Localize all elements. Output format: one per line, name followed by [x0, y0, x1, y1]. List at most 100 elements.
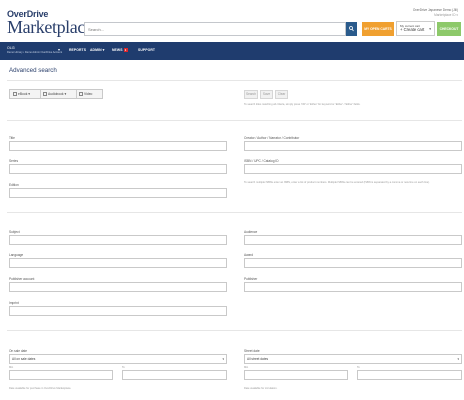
chevron-down-icon: ▾ [457, 357, 459, 361]
publisher-field[interactable] [244, 282, 462, 292]
imprint-field[interactable] [9, 306, 227, 316]
chevron-down-icon: ▾ [429, 27, 431, 31]
on-sale-to-input[interactable] [123, 371, 226, 379]
nav-news[interactable]: NEWS 1 [112, 48, 128, 53]
on-sale-to-field[interactable] [122, 370, 227, 380]
publisher-label: Publisher [244, 277, 258, 281]
nav-news-label: NEWS [112, 48, 123, 52]
on-sale-to-label: To [122, 366, 125, 369]
street-to-label: To [357, 366, 360, 369]
edition-input[interactable] [10, 189, 226, 197]
nav-support[interactable]: SUPPORT [138, 48, 155, 52]
title-field[interactable] [9, 141, 227, 151]
format-video-label: Video [84, 92, 93, 96]
isbn-hint: To search multiple ISBNs enter an ISBN, … [244, 181, 430, 184]
format-audiobook-button[interactable]: Audiobook ▾ [43, 91, 66, 98]
isbn-field[interactable] [244, 164, 462, 174]
format-audiobook-label: Audiobook ▾ [48, 92, 67, 96]
on-sale-from-label: Min [9, 366, 14, 369]
street-date-select[interactable]: All street dates ▾ [244, 354, 462, 364]
divider [7, 120, 462, 121]
creator-field[interactable] [244, 141, 462, 151]
library-switcher[interactable]: OLI3 Demo Library • Demo Admin OverDrive… [7, 46, 62, 55]
award-input[interactable] [245, 259, 461, 267]
street-from-label: Min [244, 366, 249, 369]
search-hint: To search titles matching all criteria, … [244, 103, 361, 106]
format-ebook-button[interactable]: eBook ▾ [13, 91, 30, 98]
divider [76, 90, 77, 98]
on-sale-date-label: On sale date [9, 349, 28, 353]
street-date-value: All street dates [247, 357, 269, 361]
nav-reports[interactable]: REPORTS [69, 48, 86, 52]
series-input[interactable] [10, 165, 226, 173]
format-video-button[interactable]: Video [79, 91, 92, 98]
search-button[interactable] [346, 22, 357, 36]
account-sub: Marketplace ID ▾ [434, 12, 458, 17]
audiobook-icon [43, 92, 47, 97]
street-to-field[interactable] [357, 370, 462, 380]
chevron-down-icon: ▾ [222, 357, 224, 361]
street-from-field[interactable] [244, 370, 348, 380]
subject-label: Subject [9, 230, 20, 234]
series-field[interactable] [9, 164, 227, 174]
language-label: Language [9, 253, 24, 257]
logo-marketplace[interactable]: Marketplace [7, 17, 93, 38]
subject-field[interactable] [9, 235, 227, 245]
award-field[interactable] [244, 258, 462, 268]
language-input[interactable] [10, 259, 226, 267]
top-header: OverDrive Marketplace OverDrive Japanese… [0, 0, 464, 42]
library-sub: Demo Library • Demo Admin OverDrive Acco… [7, 50, 63, 54]
on-sale-date-select[interactable]: All on sale dates ▾ [9, 354, 227, 364]
news-count-badge: 1 [123, 48, 128, 53]
ebook-icon [13, 92, 17, 97]
nav-admin[interactable]: ADMIN ▾ [90, 48, 104, 52]
imprint-input[interactable] [10, 307, 226, 315]
publisher-account-input[interactable] [10, 283, 226, 291]
series-label: Series [9, 159, 19, 163]
on-sale-hint: Date available for purchase in OverDrive… [9, 387, 72, 390]
divider [7, 212, 462, 213]
isbn-label: ISBN / UPC / Catalog ID [244, 159, 279, 163]
edition-field[interactable] [9, 188, 227, 198]
street-to-input[interactable] [358, 371, 461, 379]
my-open-carts-button[interactable]: MY OPEN CARTS [362, 22, 394, 36]
library-dropdown-icon[interactable]: ▾ [58, 47, 60, 52]
video-icon [79, 92, 83, 97]
search-icon [349, 26, 354, 32]
title-input[interactable] [10, 142, 226, 150]
on-sale-from-input[interactable] [10, 371, 112, 379]
save-button[interactable]: Save [260, 90, 273, 99]
clear-button[interactable]: Clear [275, 90, 288, 99]
main-nav: OLI3 Demo Library • Demo Admin OverDrive… [0, 42, 464, 60]
account-menu[interactable]: OverDrive Japanese Demo (Jill) Marketpla… [413, 8, 458, 17]
format-toolbar: eBook ▾ Audiobook ▾ Video [9, 89, 103, 99]
divider [40, 90, 41, 98]
checkout-button[interactable]: CHECKOUT [437, 22, 461, 36]
on-sale-from-field[interactable] [9, 370, 113, 380]
cart-select[interactable]: My current cart + Create cart ▾ [396, 21, 435, 36]
creator-label: Creator / Author / Narrator / Contributo… [244, 136, 300, 140]
search-field[interactable] [84, 22, 346, 36]
publisher-account-field[interactable] [9, 282, 227, 292]
divider [7, 330, 462, 331]
isbn-input[interactable] [245, 165, 461, 173]
language-field[interactable] [9, 258, 227, 268]
on-sale-date-value: All on sale dates [12, 357, 36, 361]
street-date-label: Street date [244, 349, 260, 353]
page-title: Advanced search [9, 67, 57, 74]
search-input[interactable] [85, 23, 345, 35]
audience-field[interactable] [244, 235, 462, 245]
format-ebook-label: eBook ▾ [18, 92, 30, 96]
audience-label: Audience [244, 230, 258, 234]
divider [7, 80, 462, 81]
publisher-input[interactable] [245, 283, 461, 291]
street-from-input[interactable] [245, 371, 347, 379]
award-label: Award [244, 253, 253, 257]
audience-input[interactable] [245, 236, 461, 244]
creator-input[interactable] [245, 142, 461, 150]
subject-input[interactable] [10, 236, 226, 244]
title-label: Title [9, 136, 15, 140]
search-submit-button[interactable]: Search [244, 90, 258, 99]
edition-label: Edition [9, 183, 19, 187]
publisher-account-label: Publisher account [9, 277, 35, 281]
